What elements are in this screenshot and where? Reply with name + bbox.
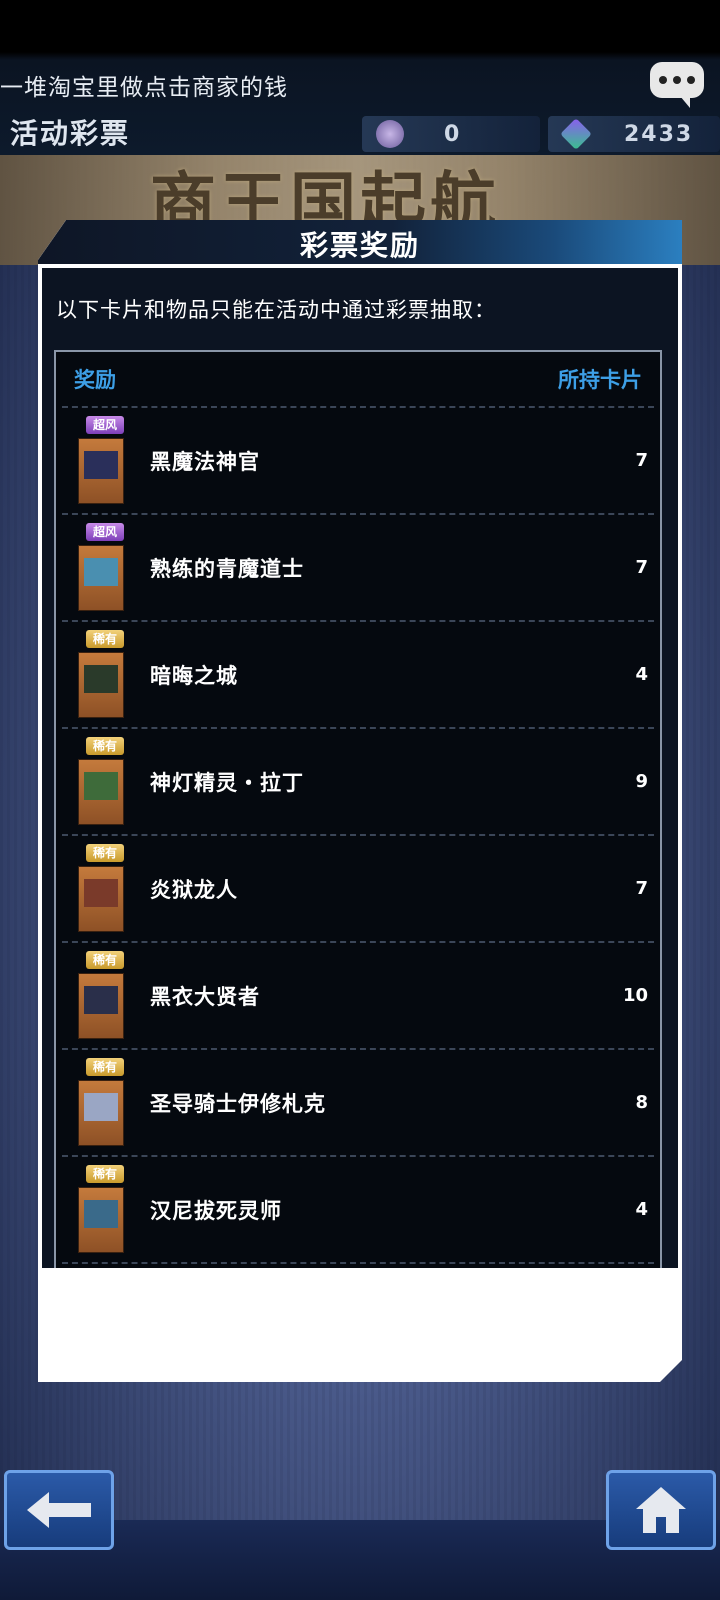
gem-icon bbox=[560, 118, 592, 150]
card-name: 熟练的青魔道士 bbox=[150, 556, 304, 581]
card-image bbox=[78, 1187, 124, 1253]
card-image bbox=[78, 866, 124, 932]
header-owned: 所持卡片 bbox=[558, 368, 642, 392]
rarity-badge: 超风 bbox=[86, 416, 124, 434]
home-icon bbox=[636, 1487, 686, 1533]
reward-row[interactable]: 稀有圣导骑士伊修札克 8 bbox=[62, 1050, 654, 1157]
reward-rows: 超风 黑魔法神官 7 超风 熟练的青魔道士 7 稀有 暗晦之城 4 稀有 神灯精灵・拉丁 9 稀有 炎狱龙… bbox=[56, 408, 660, 1264]
reward-list[interactable]: 奖励 所持卡片 超风 黑魔法神官 7 超风 熟练的青魔道士 7 稀有 暗晦之城 4 稀有 神灯精灵・… bbox=[54, 350, 662, 1268]
reward-row[interactable]: 稀有黑衣大贤者 10 bbox=[62, 943, 654, 1050]
card-image bbox=[78, 438, 124, 504]
dialog-title: 彩票奖励 bbox=[299, 229, 420, 262]
orb-currency: 0 bbox=[362, 116, 540, 152]
card-thumbnail[interactable]: 超风 bbox=[78, 416, 124, 506]
rarity-badge: 超风 bbox=[86, 523, 124, 541]
header-reward: 奖励 bbox=[74, 368, 116, 392]
reward-list-header: 奖励 所持卡片 bbox=[62, 352, 654, 408]
card-image bbox=[78, 973, 124, 1039]
owned-count: 7 bbox=[635, 557, 648, 578]
back-button[interactable] bbox=[4, 1470, 114, 1550]
card-name: 黑衣大贤者 bbox=[150, 984, 260, 1009]
card-name: 炎狱龙人 bbox=[150, 877, 238, 902]
reward-row[interactable]: 稀有神灯精灵・拉丁 9 bbox=[62, 729, 654, 836]
reward-row[interactable]: 超风熟练的青魔道士 7 bbox=[62, 515, 654, 622]
card-name: 暗晦之城 bbox=[150, 663, 238, 688]
orb-count: 0 bbox=[444, 121, 462, 147]
card-image bbox=[78, 652, 124, 718]
scrolling-notice: 一堆淘宝里做点击商家的钱 bbox=[0, 75, 288, 101]
gem-count: 2433 bbox=[624, 121, 694, 147]
owned-count: 9 bbox=[635, 771, 648, 792]
rarity-badge: 稀有 bbox=[86, 1165, 124, 1183]
chat-icon[interactable] bbox=[650, 62, 704, 108]
owned-count: 7 bbox=[635, 450, 648, 471]
card-thumbnail[interactable]: 稀有 bbox=[78, 951, 124, 1041]
card-thumbnail[interactable]: 稀有 bbox=[78, 1058, 124, 1148]
rarity-badge: 稀有 bbox=[86, 630, 124, 648]
owned-count: 4 bbox=[635, 1199, 648, 1220]
card-name: 圣导骑士伊修札克 bbox=[150, 1091, 326, 1116]
card-thumbnail[interactable]: 稀有 bbox=[78, 1165, 124, 1255]
dialog-body: 以下卡片和物品只能在活动中通过彩票抽取： 奖励 所持卡片 超风 黑魔法神官 7 超风熟… bbox=[42, 268, 678, 1268]
card-name: 汉尼拔死灵师 bbox=[150, 1198, 282, 1223]
card-thumbnail[interactable]: 稀有 bbox=[78, 844, 124, 934]
lottery-rewards-dialog: 彩票奖励 以下卡片和物品只能在活动中通过彩票抽取： 奖励 所持卡片 超风黑魔法神… bbox=[38, 220, 682, 1382]
rarity-badge: 稀有 bbox=[86, 1058, 124, 1076]
arrow-left-icon bbox=[27, 1492, 91, 1528]
dialog-description: 以下卡片和物品只能在活动中通过彩票抽取： bbox=[56, 298, 496, 322]
reward-row[interactable]: 超风黑魔法神官 7 bbox=[62, 408, 654, 515]
reward-row[interactable]: 稀有炎狱龙人 7 bbox=[62, 836, 654, 943]
rarity-badge: 稀有 bbox=[86, 844, 124, 862]
rarity-badge: 稀有 bbox=[86, 737, 124, 755]
reward-row[interactable]: 稀有汉尼拔死灵师 4 bbox=[62, 1157, 654, 1264]
card-thumbnail[interactable]: 超风 bbox=[78, 523, 124, 613]
owned-count: 8 bbox=[635, 1092, 648, 1113]
section-title: 活动彩票 bbox=[10, 117, 131, 150]
reward-row[interactable]: 稀有暗晦之城 4 bbox=[62, 622, 654, 729]
home-button[interactable] bbox=[606, 1470, 716, 1550]
orb-icon bbox=[376, 120, 404, 148]
card-thumbnail[interactable]: 稀有 bbox=[78, 630, 124, 720]
card-image bbox=[78, 1080, 124, 1146]
card-image bbox=[78, 759, 124, 825]
card-name: 黑魔法神官 bbox=[150, 449, 260, 474]
card-thumbnail[interactable]: 稀有 bbox=[78, 737, 124, 827]
owned-count: 10 bbox=[622, 985, 648, 1006]
rarity-badge: 稀有 bbox=[86, 951, 124, 969]
card-name: 神灯精灵・拉丁 bbox=[150, 770, 304, 795]
card-image bbox=[78, 545, 124, 611]
owned-count: 7 bbox=[635, 878, 648, 899]
gem-currency: 2433 bbox=[548, 116, 720, 152]
owned-count: 4 bbox=[635, 664, 648, 685]
